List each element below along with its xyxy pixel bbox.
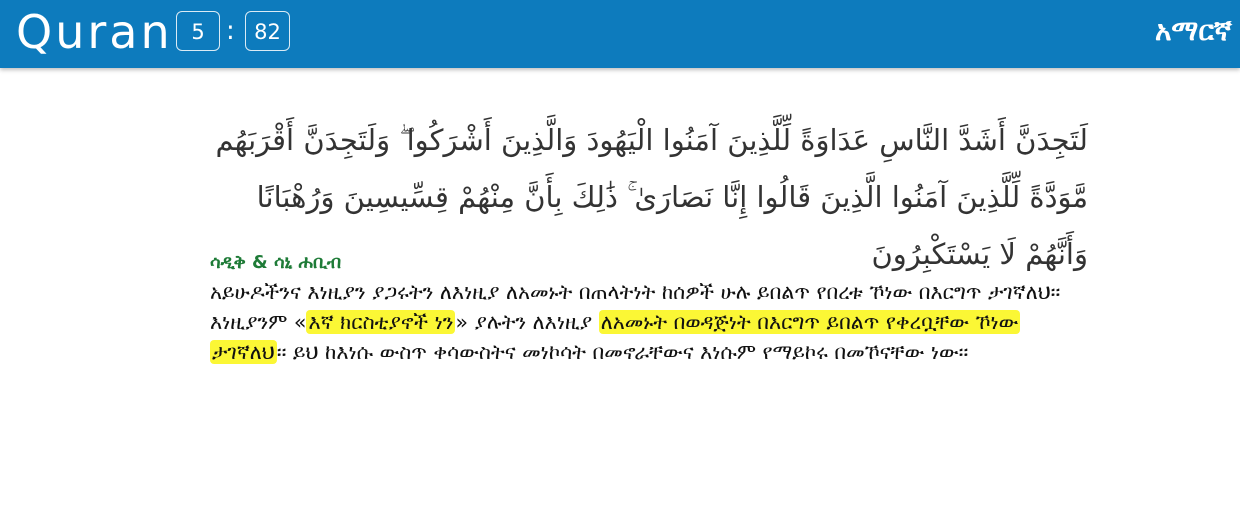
language-selector[interactable]: አማርኛ [1155,8,1232,54]
verse-selector[interactable]: 82 [245,11,290,51]
top-bar: Quran 5 : 82 አማርኛ [0,0,1240,68]
translation-part-3: ፡፡ ይህ ከእነሱ ውስጥ ቀሳውስትና መነኮሳት በመኖራቸውና እነሱም… [276,340,969,364]
translation-part-2: » ያሉትን ለእነዚያ [455,310,599,334]
chapter-verse-separator: : [226,16,235,46]
highlighted-text-1: እኛ ክርስቲያኖች ነን [306,310,456,334]
app-title[interactable]: Quran [16,4,173,60]
chapter-selector[interactable]: 5 [176,11,220,51]
translator-name: ሳዲቅ & ሳኒ ሐቢብ [210,252,342,273]
translation-text: አይሁዶችንና እነዚያን ያጋሩትን ለእነዚያ ለአመኑት በጠላትነት ከ… [210,277,1090,367]
arabic-verse-text: لَتَجِدَنَّ أَشَدَّ النَّاسِ عَدَاوَةً ل… [215,123,1088,271]
